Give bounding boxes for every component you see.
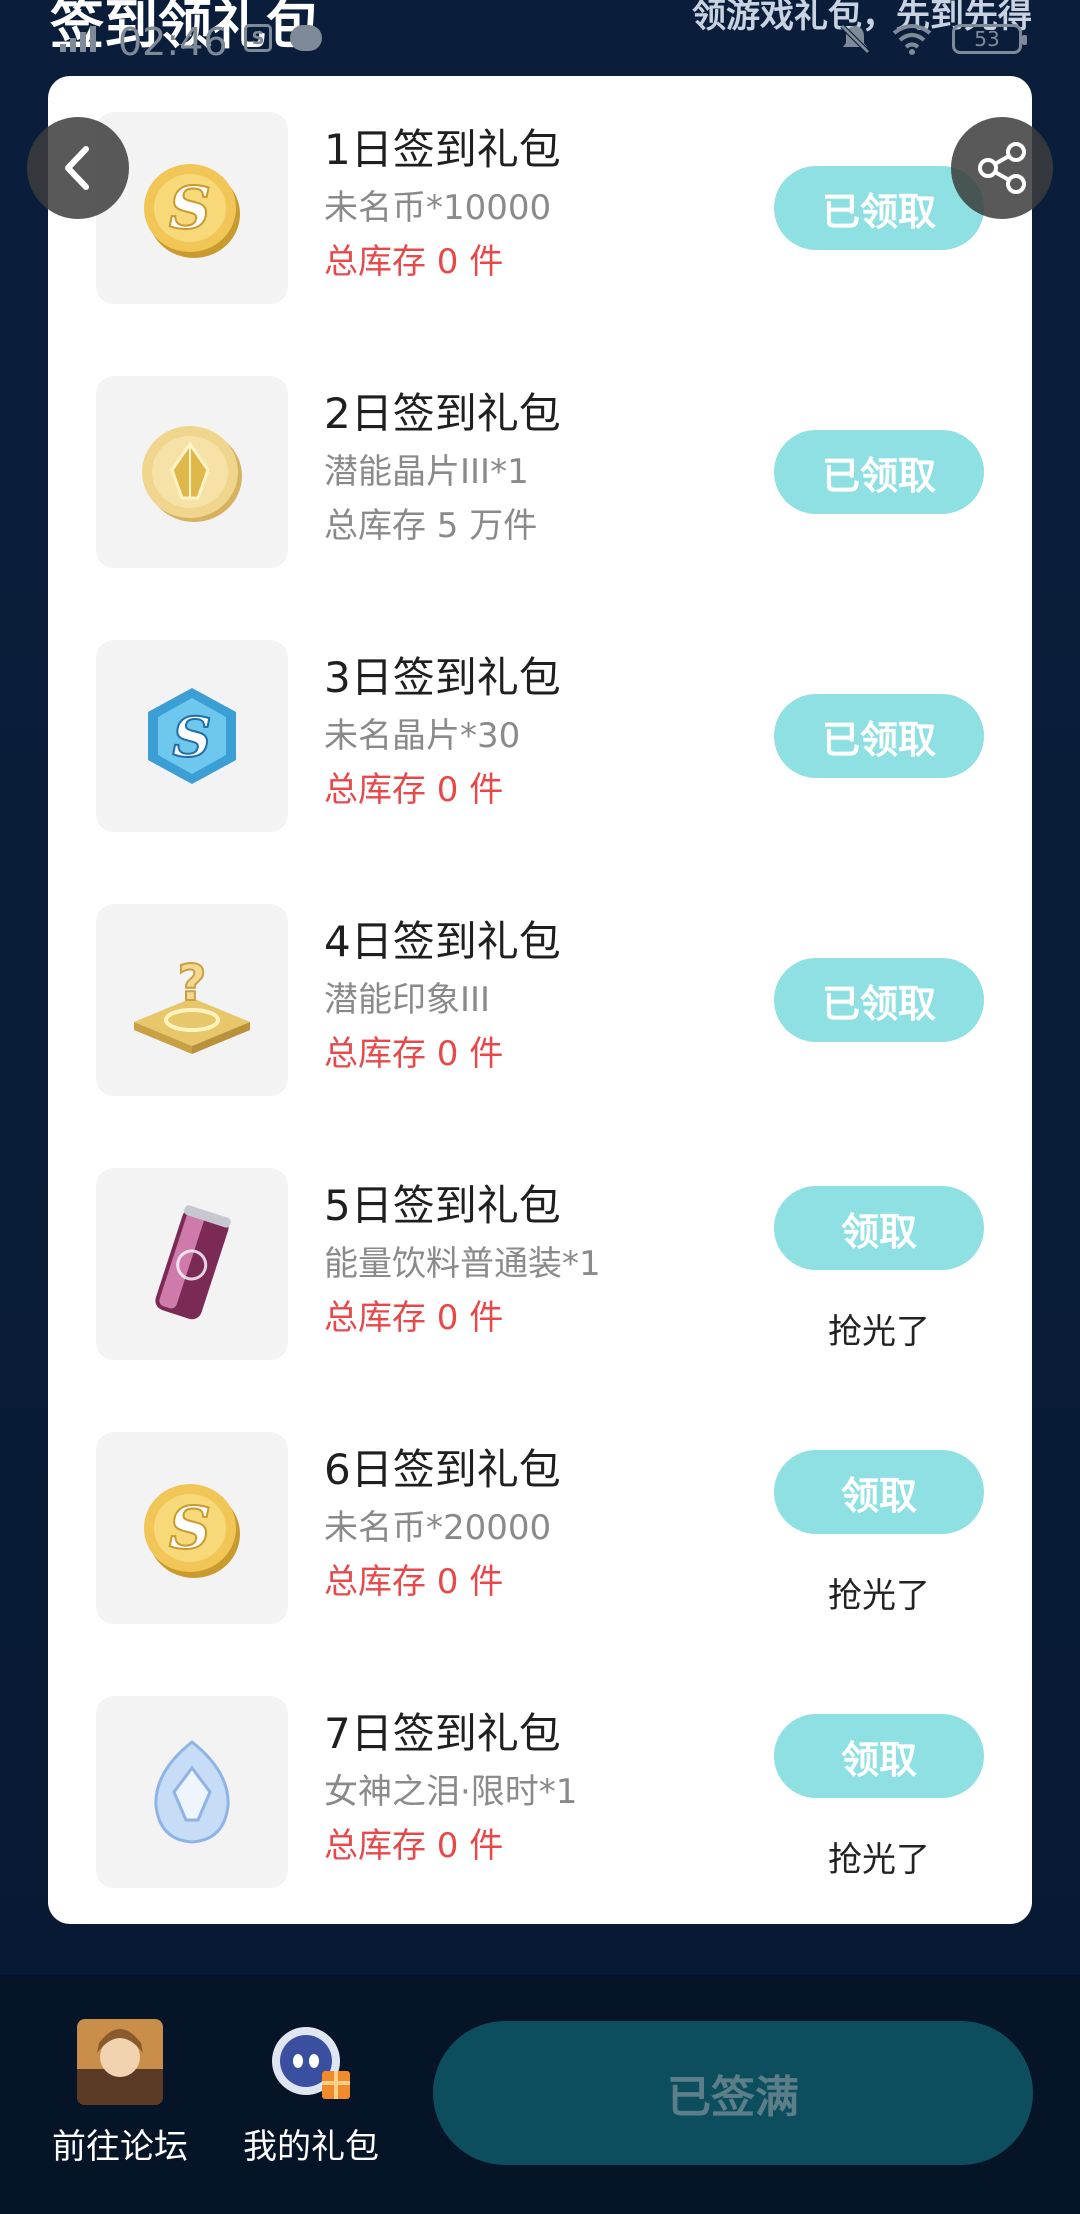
robot-gift-icon (272, 2027, 350, 2099)
gold-s-coin-icon: S (144, 164, 240, 258)
gift-description: 未名币*20000 (324, 1508, 552, 1548)
sold-out-label: 抢光了 (828, 1840, 930, 1880)
gift-item-day7: 7日签到礼包 女神之泪·限时*1 总库存 0 件 领取 抢光了 (48, 1660, 1032, 1924)
claim-button[interactable]: 领取 (774, 1450, 984, 1534)
gift-stock: 总库存 5 万件 (324, 506, 538, 546)
gift-item-day5: 5日签到礼包 能量饮料普通装*1 总库存 0 件 领取 抢光了 (48, 1132, 1032, 1396)
gift-description: 未名晶片*30 (324, 716, 521, 756)
mystery-pedestal-icon: ? (134, 953, 250, 1054)
app-notification-icon: S (244, 24, 272, 52)
gift-stock: 总库存 0 件 (324, 1034, 504, 1074)
gift-thumbnail: S (96, 1432, 288, 1624)
battery-icon: 53 (952, 24, 1027, 54)
gift-thumbnail: S (96, 112, 288, 304)
gift-item-day1: S 1日签到礼包 未名币*10000 总库存 0 件 已领取 (48, 76, 1032, 340)
gift-stock: 总库存 0 件 (324, 770, 504, 810)
gift-title: 3日签到礼包 (324, 653, 561, 702)
sold-out-label: 抢光了 (828, 1312, 930, 1352)
message-icon (290, 25, 322, 51)
gift-item-day2: 2日签到礼包 潜能晶片III*1 总库存 5 万件 已领取 (48, 340, 1032, 604)
chevron-left-icon (65, 146, 89, 190)
claim-button[interactable]: 领取 (774, 1186, 984, 1270)
gift-description: 未名币*10000 (324, 188, 552, 228)
blue-hexagon-chip-icon: S (148, 688, 236, 784)
gift-item-day3: S 3日签到礼包 未名晶片*30 总库存 0 件 已领取 (48, 604, 1032, 868)
sold-out-label: 抢光了 (828, 1576, 930, 1616)
my-gifts-label: 我的礼包 (243, 2127, 379, 2167)
svg-text:?: ? (177, 954, 206, 1012)
gift-item-day6: S 6日签到礼包 未名币*20000 总库存 0 件 领取 抢光了 (48, 1396, 1032, 1660)
gift-description: 潜能印象III (324, 980, 491, 1020)
mute-bell-icon (840, 24, 870, 54)
back-button[interactable] (27, 117, 129, 219)
gold-s-coin-icon: S (144, 1484, 240, 1578)
gift-title: 6日签到礼包 (324, 1445, 561, 1494)
gift-thumbnail: ? (96, 904, 288, 1096)
gift-stock: 总库存 0 件 (324, 242, 504, 282)
svg-text:S: S (173, 705, 212, 769)
go-to-forum-button[interactable]: 前往论坛 (40, 2019, 200, 2168)
claimed-button[interactable]: 已领取 (774, 430, 984, 514)
crystal-tear-icon (154, 1740, 230, 1844)
gift-description: 潜能晶片III*1 (324, 452, 529, 492)
svg-text:S: S (169, 174, 211, 242)
gold-crystal-coin-icon (142, 426, 242, 522)
signed-full-button[interactable]: 已签满 (433, 2021, 1033, 2165)
gift-thumbnail (96, 376, 288, 568)
svg-text:S: S (169, 1494, 211, 1562)
bottom-bar: 前往论坛 我的礼包 已签满 (0, 1975, 1080, 2214)
share-button[interactable] (951, 117, 1053, 219)
claimed-button[interactable]: 已领取 (774, 694, 984, 778)
gift-title: 5日签到礼包 (324, 1181, 561, 1230)
gift-item-day4: ? 4日签到礼包 潜能印象III 总库存 0 件 已领取 (48, 868, 1032, 1132)
my-gifts-button[interactable]: 我的礼包 (231, 2019, 391, 2168)
signal-icon (60, 26, 96, 52)
go-to-forum-label: 前往论坛 (52, 2127, 188, 2167)
share-icon (978, 142, 1026, 194)
gift-thumbnail (96, 1168, 288, 1360)
gift-stock: 总库存 0 件 (324, 1826, 504, 1866)
energy-drink-can-icon (155, 1205, 231, 1320)
status-time: 02:46 (118, 20, 228, 64)
gift-title: 7日签到礼包 (324, 1709, 561, 1758)
gift-thumbnail: S (96, 640, 288, 832)
gift-description: 女神之泪·限时*1 (324, 1772, 578, 1812)
gift-stock: 总库存 0 件 (324, 1298, 504, 1338)
gift-list-card: S 1日签到礼包 未名币*10000 总库存 0 件 已领取 2日签到礼包 潜能… (48, 76, 1032, 1924)
gift-thumbnail (96, 1696, 288, 1888)
wifi-icon (892, 24, 932, 55)
gift-title: 2日签到礼包 (324, 389, 561, 438)
forum-avatar-icon (77, 2019, 163, 2105)
claim-button[interactable]: 领取 (774, 1714, 984, 1798)
gift-title: 4日签到礼包 (324, 917, 561, 966)
claimed-button[interactable]: 已领取 (774, 958, 984, 1042)
gift-stock: 总库存 0 件 (324, 1562, 504, 1602)
gift-description: 能量饮料普通装*1 (324, 1244, 601, 1284)
gift-title: 1日签到礼包 (324, 125, 561, 174)
